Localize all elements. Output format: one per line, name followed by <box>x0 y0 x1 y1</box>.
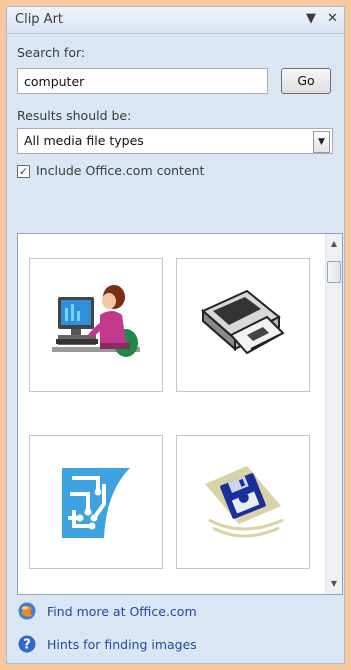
include-office-label: Include Office.com content <box>36 163 205 178</box>
svg-text:?: ? <box>23 638 31 653</box>
help-icon: ? <box>18 635 36 653</box>
close-icon[interactable]: ✕ <box>327 11 338 26</box>
include-office-checkbox[interactable]: ✓ <box>17 165 30 178</box>
clip-result-person-at-computer[interactable] <box>29 258 163 392</box>
go-button[interactable]: Go <box>281 68 331 94</box>
results-type-select[interactable]: All media file types ▼ <box>17 128 333 154</box>
person-at-computer-icon <box>52 285 140 357</box>
chevron-down-icon[interactable]: ▼ <box>313 131 330 153</box>
clip-result-circuit-board[interactable] <box>29 435 163 569</box>
hints-link[interactable]: Hints for finding images <box>47 637 197 652</box>
clip-result-floppy-disk[interactable] <box>176 435 310 569</box>
circuit-board-icon <box>62 468 130 538</box>
pane-title-bar: Clip Art ▼ ✕ <box>7 7 344 34</box>
results-panel: ▲ ▼ <box>17 233 343 595</box>
search-label: Search for: <box>17 45 86 60</box>
pane-title: Clip Art <box>15 12 64 27</box>
results-scrollbar[interactable]: ▲ ▼ <box>325 234 342 594</box>
results-type-label: Results should be: <box>17 108 132 123</box>
floppy-disk-drive-icon <box>201 289 285 355</box>
scroll-thumb[interactable] <box>327 261 341 283</box>
floppy-disk-icon <box>205 466 284 538</box>
scroll-up-icon[interactable]: ▲ <box>326 236 342 252</box>
clip-art-pane: Clip Art ▼ ✕ Search for: Go Results shou… <box>6 6 345 664</box>
pane-menu-icon[interactable]: ▼ <box>306 11 316 26</box>
search-input[interactable] <box>17 68 268 94</box>
find-more-link[interactable]: Find more at Office.com <box>47 604 197 619</box>
results-type-value: All media file types <box>24 133 144 148</box>
scroll-down-icon[interactable]: ▼ <box>326 576 342 592</box>
office-globe-icon <box>18 602 36 620</box>
clip-result-disk-drive[interactable] <box>176 258 310 392</box>
